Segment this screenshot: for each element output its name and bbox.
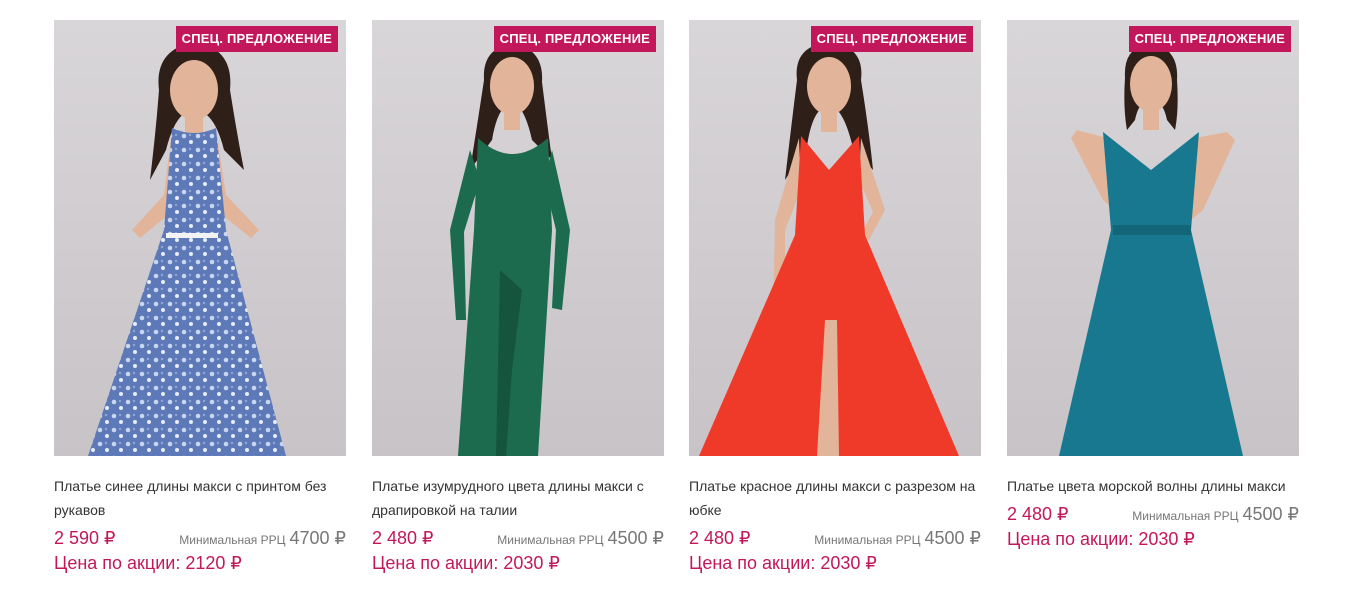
product-price: 2 480 ₽ xyxy=(689,528,751,548)
product-grid: СПЕЦ. ПРЕДЛОЖЕНИЕ Платье синее длины мак… xyxy=(0,0,1350,589)
rrp-block: Минимальная РРЦ 4700 ₽ xyxy=(179,528,346,549)
price-row: 2 480 ₽ Минимальная РРЦ 4500 ₽ xyxy=(1007,504,1299,525)
product-title-link[interactable]: Платье красное длины макси с разрезом на… xyxy=(689,474,981,522)
product-photo[interactable]: СПЕЦ. ПРЕДЛОЖЕНИЕ xyxy=(54,20,346,456)
product-card: СПЕЦ. ПРЕДЛОЖЕНИЕ Платье цвета морской в… xyxy=(1007,20,1299,550)
rrp-value: 4500 ₽ xyxy=(924,528,982,548)
dress-shape xyxy=(88,128,286,456)
special-offer-badge: СПЕЦ. ПРЕДЛОЖЕНИЕ xyxy=(1128,26,1291,52)
product-photo[interactable]: СПЕЦ. ПРЕДЛОЖЕНИЕ xyxy=(372,20,664,456)
promo-price: Цена по акции: 2030 ₽ xyxy=(689,553,877,573)
product-title-link[interactable]: Платье синее длины макси с принтом без р… xyxy=(54,474,346,522)
special-offer-badge: СПЕЦ. ПРЕДЛОЖЕНИЕ xyxy=(810,26,973,52)
promo-price: Цена по акции: 2030 ₽ xyxy=(372,553,560,573)
product-card: СПЕЦ. ПРЕДЛОЖЕНИЕ Платье красное длины м… xyxy=(689,20,981,574)
rrp-block: Минимальная РРЦ 4500 ₽ xyxy=(814,528,981,549)
special-offer-badge: СПЕЦ. ПРЕДЛОЖЕНИЕ xyxy=(175,26,338,52)
product-price: 2 480 ₽ xyxy=(372,528,434,548)
rrp-block: Минимальная РРЦ 4500 ₽ xyxy=(497,528,664,549)
product-price: 2 480 ₽ xyxy=(1007,504,1069,524)
rrp-label: Минимальная РРЦ xyxy=(1132,509,1239,523)
product-title-link[interactable]: Платье изумрудного цвета длины макси с д… xyxy=(372,474,664,522)
promo-price: Цена по акции: 2030 ₽ xyxy=(1007,529,1195,549)
product-photo[interactable]: СПЕЦ. ПРЕДЛОЖЕНИЕ xyxy=(689,20,981,456)
dress-model-image xyxy=(88,42,286,456)
rrp-value: 4700 ₽ xyxy=(289,528,347,548)
rrp-value: 4500 ₽ xyxy=(607,528,665,548)
rrp-label: Минимальная РРЦ xyxy=(179,533,286,547)
rrp-label: Минимальная РРЦ xyxy=(814,533,921,547)
rrp-value: 4500 ₽ xyxy=(1242,504,1300,524)
dress-model-image xyxy=(699,42,959,456)
dress-model-image xyxy=(1059,44,1243,456)
product-card: СПЕЦ. ПРЕДЛОЖЕНИЕ Платье изумрудного цве… xyxy=(372,20,664,574)
product-price: 2 590 ₽ xyxy=(54,528,116,548)
price-row: 2 480 ₽ Минимальная РРЦ 4500 ₽ xyxy=(372,528,664,549)
price-row: 2 480 ₽ Минимальная РРЦ 4500 ₽ xyxy=(689,528,981,549)
rrp-block: Минимальная РРЦ 4500 ₽ xyxy=(1132,504,1299,525)
special-offer-badge: СПЕЦ. ПРЕДЛОЖЕНИЕ xyxy=(493,26,656,52)
product-title-link[interactable]: Платье цвета морской волны длины макси xyxy=(1007,474,1299,498)
price-row: 2 590 ₽ Минимальная РРЦ 4700 ₽ xyxy=(54,528,346,549)
product-photo[interactable]: СПЕЦ. ПРЕДЛОЖЕНИЕ xyxy=(1007,20,1299,456)
rrp-label: Минимальная РРЦ xyxy=(497,533,604,547)
promo-price: Цена по акции: 2120 ₽ xyxy=(54,553,242,573)
product-card: СПЕЦ. ПРЕДЛОЖЕНИЕ Платье синее длины мак… xyxy=(54,20,346,574)
dress-model-image xyxy=(450,44,570,456)
